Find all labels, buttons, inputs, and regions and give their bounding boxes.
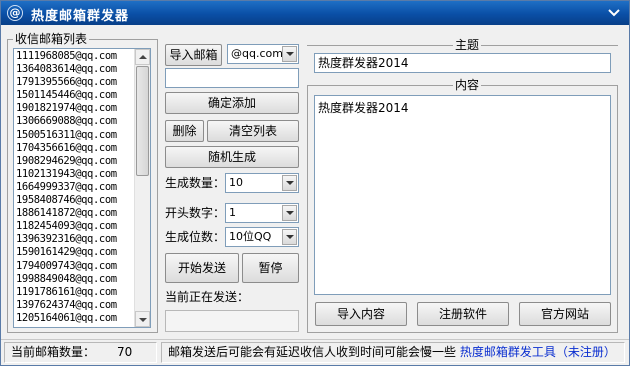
dropdown-arrow-icon[interactable]	[282, 175, 297, 191]
list-item[interactable]: 1908294629@qq.com	[16, 155, 134, 168]
subject-input[interactable]: 热度群发器2014	[314, 53, 611, 73]
count-select[interactable]: 10	[225, 173, 299, 193]
window-title: 热度邮箱群发器	[31, 9, 130, 24]
confirm-add-button[interactable]: 确定添加	[165, 92, 299, 114]
body-text: 热度群发器2014	[318, 101, 409, 115]
status-message: 邮箱发送后可能会有延迟收信人收到时间可能会慢一些	[168, 345, 457, 359]
dropdown-arrow-icon[interactable]	[282, 46, 297, 62]
random-generate-button[interactable]: 随机生成	[165, 146, 299, 168]
list-scrollbar[interactable]	[134, 49, 150, 327]
list-item[interactable]: 1886141872@qq.com	[16, 207, 134, 220]
chevron-down-icon[interactable]	[607, 6, 621, 20]
digits-select[interactable]: 10位QQ	[225, 227, 299, 247]
sending-progress-field	[165, 310, 299, 332]
count-label: 生成数量：	[165, 176, 226, 190]
new-email-input[interactable]	[165, 68, 299, 88]
product-link[interactable]: 热度邮箱群发工具（未注册）	[460, 345, 616, 359]
list-item[interactable]: 1958408746@qq.com	[16, 194, 134, 207]
status-bar: 当前邮箱数量： 70 邮箱发送后可能会有延迟收信人收到时间可能会慢一些 热度邮箱…	[1, 339, 629, 365]
list-item[interactable]: 1102131943@qq.com	[16, 168, 134, 181]
list-item[interactable]: 1397624374@qq.com	[16, 299, 134, 312]
email-listbox[interactable]: 1111968085@qq.com 1364083614@qq.com 179139…	[13, 48, 151, 328]
arrow-up-icon	[139, 55, 147, 59]
subject-label: 主题	[453, 38, 482, 52]
list-item[interactable]: 1664999337@qq.com	[16, 181, 134, 194]
register-software-button[interactable]: 注册软件	[417, 302, 509, 326]
prefix-select-value: 1	[229, 206, 236, 219]
domain-select-value: @qq.com	[231, 47, 283, 60]
list-item[interactable]: 1500516311@qq.com	[16, 129, 134, 142]
prefix-select[interactable]: 1	[225, 203, 299, 223]
list-item[interactable]: 1704356616@qq.com	[16, 142, 134, 155]
prefix-label: 开头数字：	[165, 206, 226, 220]
sending-label: 当前正在发送：	[165, 290, 250, 304]
list-item[interactable]: 1364083614@qq.com	[16, 63, 134, 76]
at-sign-icon: @	[7, 5, 23, 21]
email-count-label: 当前邮箱数量：	[11, 345, 96, 359]
email-count-cell: 当前邮箱数量： 70	[4, 342, 157, 363]
title-bar[interactable]: @ 热度邮箱群发器	[1, 1, 629, 25]
list-item[interactable]: 1191786161@qq.com	[16, 286, 134, 299]
email-list-label: 收信邮箱列表	[13, 32, 90, 46]
dropdown-arrow-icon[interactable]	[282, 229, 297, 245]
list-item[interactable]: 1501145446@qq.com	[16, 89, 134, 102]
list-item[interactable]: 1791395566@qq.com	[16, 76, 134, 89]
delete-button[interactable]: 删除	[165, 120, 204, 142]
clear-list-button[interactable]: 清空列表	[207, 120, 299, 142]
digits-select-value: 10位QQ	[229, 230, 272, 243]
email-count-value: 70	[117, 345, 133, 359]
list-item[interactable]: 1205164061@qq.com	[16, 312, 134, 325]
list-item[interactable]: 1901821974@qq.com	[16, 102, 134, 115]
import-emails-button[interactable]: 导入邮箱	[165, 44, 222, 66]
list-item[interactable]: 1396392316@qq.com	[16, 233, 134, 246]
start-send-button[interactable]: 开始发送	[165, 253, 239, 283]
scroll-down-button[interactable]	[135, 311, 150, 327]
list-item[interactable]: 1111968085@qq.com	[16, 50, 134, 63]
list-item[interactable]: 1998849048@qq.com	[16, 273, 134, 286]
count-select-value: 10	[229, 176, 243, 189]
list-item[interactable]: 1590161429@qq.com	[16, 246, 134, 259]
digits-label: 生成位数：	[165, 230, 226, 244]
list-item[interactable]: 1794009743@qq.com	[16, 260, 134, 273]
body-label: 内容	[453, 78, 482, 92]
domain-select[interactable]: @qq.com	[227, 44, 299, 64]
scroll-up-button[interactable]	[135, 49, 150, 65]
dropdown-arrow-icon[interactable]	[282, 205, 297, 221]
body-textarea[interactable]: 热度群发器2014	[314, 95, 611, 295]
pause-button[interactable]: 暂停	[242, 253, 299, 283]
arrow-down-icon	[139, 318, 147, 322]
status-message-cell: 邮箱发送后可能会有延迟收信人收到时间可能会慢一些 热度邮箱群发工具（未注册）	[161, 342, 625, 363]
import-content-button[interactable]: 导入内容	[315, 302, 407, 326]
email-list: 1111968085@qq.com 1364083614@qq.com 179139…	[16, 50, 134, 325]
main-window: @ 热度邮箱群发器 收信邮箱列表 1111968085@qq.com 136408…	[0, 0, 630, 366]
scroll-thumb[interactable]	[136, 66, 149, 176]
list-item[interactable]: 1182454093@qq.com	[16, 220, 134, 233]
official-website-button[interactable]: 官方网站	[519, 302, 611, 326]
list-item[interactable]: 1306669088@qq.com	[16, 115, 134, 128]
